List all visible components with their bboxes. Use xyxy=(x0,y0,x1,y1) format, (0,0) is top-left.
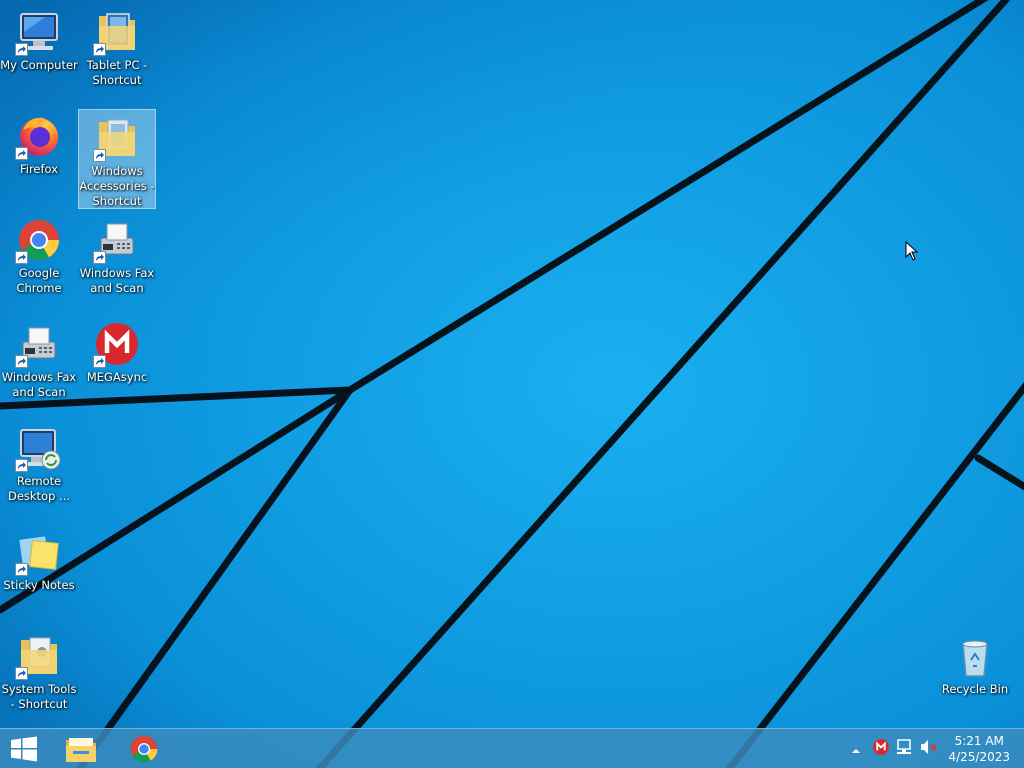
start-button[interactable] xyxy=(0,729,48,768)
volume-muted-icon[interactable] xyxy=(920,739,944,759)
shortcut-arrow-icon xyxy=(15,459,28,472)
desktop-icon-my-computer[interactable]: My Computer xyxy=(0,4,78,73)
shortcut-arrow-icon xyxy=(93,251,106,264)
shortcut-arrow-icon xyxy=(15,147,28,160)
icon-label: Remote Desktop ... xyxy=(7,474,71,503)
icon-label: My Computer xyxy=(0,58,78,72)
desktop-icon-megasync[interactable]: MEGAsync xyxy=(79,316,155,385)
network-icon[interactable] xyxy=(896,739,920,759)
taskbar-clock[interactable]: 5:21 AM 4/25/2023 xyxy=(948,733,1010,765)
taskbar-chrome-button[interactable] xyxy=(120,729,168,768)
icon-label: Windows Fax and Scan xyxy=(1,370,77,399)
icon-label: Sticky Notes xyxy=(3,578,75,592)
clock-time: 5:21 AM xyxy=(954,734,1004,748)
desktop-icon-tablet-pc-shortcut[interactable]: Tablet PC - Shortcut xyxy=(79,4,155,88)
shortcut-arrow-icon xyxy=(93,43,106,56)
shortcut-arrow-icon xyxy=(15,563,28,576)
desktop-icon-remote-desktop[interactable]: Remote Desktop ... xyxy=(1,420,77,504)
mouse-pointer-icon xyxy=(905,241,919,261)
shortcut-arrow-icon xyxy=(15,43,28,56)
shortcut-arrow-icon xyxy=(93,149,106,162)
file-explorer-icon xyxy=(66,738,96,762)
shortcut-arrow-icon xyxy=(15,355,28,368)
desktop-icon-firefox[interactable]: Firefox xyxy=(1,108,77,177)
icon-label: Windows Fax and Scan xyxy=(79,266,155,295)
windows-logo-icon xyxy=(11,736,37,762)
desktop-icon-google-chrome[interactable]: Google Chrome xyxy=(1,212,77,296)
desktop-icon-system-tools-shortcut[interactable]: System Tools - Shortcut xyxy=(1,628,77,712)
desktop-icon-sticky-notes[interactable]: Sticky Notes xyxy=(1,524,77,593)
desktop-icon-windows-fax-and-scan[interactable]: Windows Fax and Scan xyxy=(79,212,155,296)
desktop-icon-windows-fax-and-scan-2[interactable]: Windows Fax and Scan xyxy=(1,316,77,400)
clock-date: 4/25/2023 xyxy=(948,750,1010,764)
shortcut-arrow-icon xyxy=(93,355,106,368)
icon-label: Tablet PC - Shortcut xyxy=(86,58,148,87)
taskbar: 5:21 AM 4/25/2023 xyxy=(0,728,1024,768)
mega-tray-icon[interactable] xyxy=(872,738,896,760)
desktop-icon-recycle-bin[interactable]: Recycle Bin xyxy=(937,628,1013,697)
icon-label: Windows Accessories - Shortcut xyxy=(79,164,155,208)
icon-label: System Tools - Shortcut xyxy=(1,682,77,711)
chrome-icon xyxy=(130,735,158,763)
icon-label: Google Chrome xyxy=(16,266,62,295)
desktop-icon-windows-accessories-shortcut[interactable]: Windows Accessories - Shortcut xyxy=(78,109,156,209)
shortcut-arrow-icon xyxy=(15,667,28,680)
shortcut-arrow-icon xyxy=(15,251,28,264)
icon-label: Recycle Bin xyxy=(941,682,1009,696)
taskbar-file-explorer-button[interactable] xyxy=(58,729,104,768)
icon-label: MEGAsync xyxy=(86,370,148,384)
show-hidden-icons-chevron[interactable] xyxy=(848,740,864,759)
icon-label: Firefox xyxy=(19,162,59,176)
